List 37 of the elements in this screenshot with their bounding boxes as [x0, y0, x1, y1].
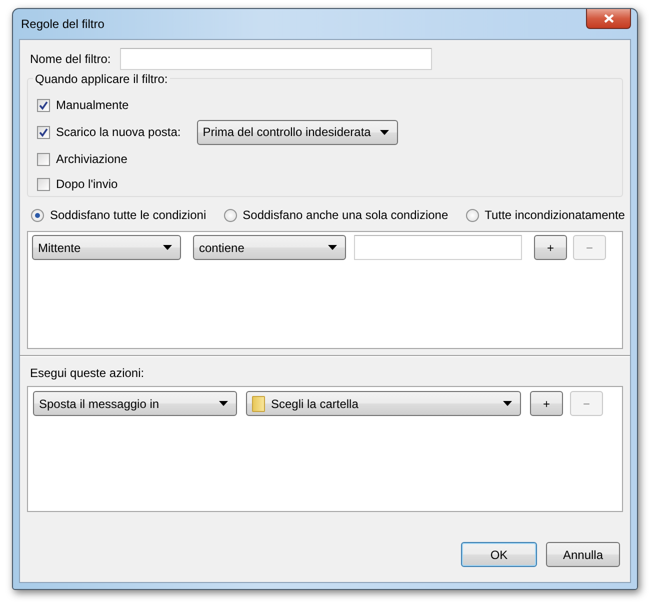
checkbox-label[interactable]: Manualmente: [56, 98, 129, 112]
dropdown[interactable]: Scegli la cartella: [246, 391, 521, 416]
dialog-button[interactable]: OK: [461, 542, 537, 567]
filter-name-label: Nome del filtro:: [30, 52, 111, 66]
checkbox-label[interactable]: Scarico la nuova posta:: [56, 125, 181, 139]
checkbox[interactable]: [37, 178, 50, 190]
actions-label: Esegui queste azioni:: [30, 366, 146, 380]
dropdown-arrow-icon: [503, 401, 512, 406]
checkbox[interactable]: [37, 126, 50, 138]
dropdown-arrow-icon: [380, 130, 389, 134]
checkbox-label[interactable]: Archiviazione: [56, 152, 128, 166]
condition-value-field[interactable]: [354, 235, 522, 260]
add-button[interactable]: +: [530, 391, 563, 416]
dropdown-arrow-icon: [163, 245, 172, 250]
dialog-button[interactable]: Annulla: [546, 542, 620, 567]
radio-label[interactable]: Tutte incondizionatamente: [484, 208, 625, 222]
dropdown-arrow-icon: [219, 401, 228, 406]
radio-button[interactable]: [466, 208, 479, 222]
close-button[interactable]: [586, 9, 631, 29]
radio-button[interactable]: [224, 208, 237, 222]
window-title: Regole del filtro: [20, 17, 104, 31]
group-label: Quando applicare il filtro:: [33, 72, 170, 86]
checkbox-label[interactable]: Dopo l'invio: [56, 177, 118, 191]
dropdown-arrow-icon: [328, 245, 337, 250]
dropdown[interactable]: Mittente: [32, 235, 181, 260]
dropdown[interactable]: contiene: [193, 235, 346, 260]
folder-icon: [252, 396, 265, 412]
dropdown[interactable]: Prima del controllo indesiderata: [196, 120, 398, 144]
radio-label[interactable]: Soddisfano tutte le condizioni: [50, 208, 206, 222]
add-button[interactable]: +: [534, 235, 567, 260]
dropdown[interactable]: Sposta il messaggio in: [33, 391, 237, 416]
radio-label[interactable]: Soddisfano anche una sola condizione: [242, 208, 448, 222]
checkbox[interactable]: [37, 152, 50, 166]
radio-button[interactable]: [31, 208, 44, 222]
close-icon: [604, 14, 614, 23]
filter-name-field[interactable]: [120, 48, 432, 70]
checkbox[interactable]: [37, 98, 50, 112]
